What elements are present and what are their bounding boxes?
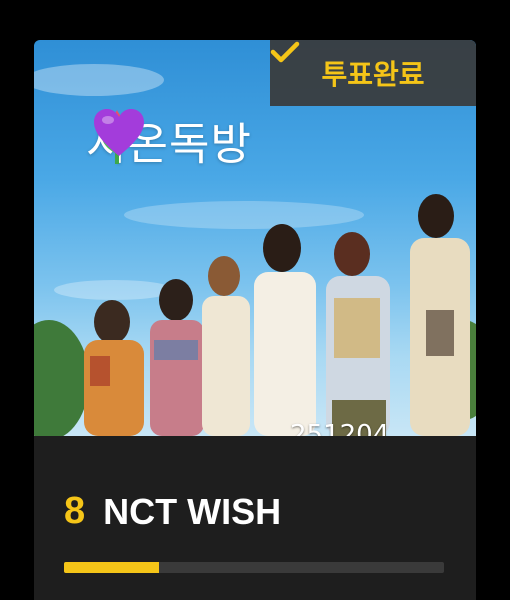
vote-complete-badge: 투표완료 xyxy=(270,40,476,106)
vote-status-label: 투표완료 xyxy=(321,58,425,91)
photo-date-stamp: 251204 xyxy=(290,420,390,436)
artist-name: NCT WISH xyxy=(103,490,282,532)
rank-number: 8 xyxy=(64,490,86,532)
rank-row: 8 NCT WISH xyxy=(64,490,281,533)
photo-caption: 시온독방 xyxy=(86,108,252,172)
artist-photo: 시온독방 251204 투표완료 xyxy=(34,40,476,436)
artist-vote-card[interactable]: 시온독방 251204 투표완료 8 NCT WISH xyxy=(34,40,476,600)
vote-progress-fill xyxy=(64,562,159,573)
vote-progress-bar xyxy=(64,562,444,573)
purple-heart-icon xyxy=(94,109,144,156)
check-icon xyxy=(270,41,300,63)
